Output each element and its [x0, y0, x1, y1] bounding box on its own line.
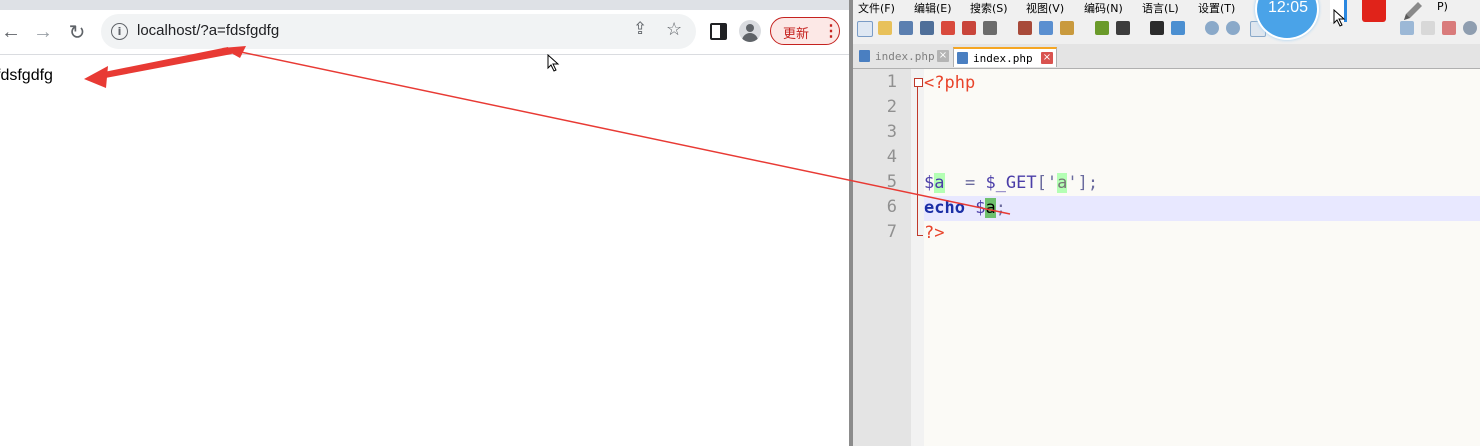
annotation-overlay [84, 46, 1011, 215]
annotation-arrow-line [235, 50, 1011, 215]
annotation-arrowhead [84, 66, 108, 88]
annotation-arrow-line [100, 47, 232, 79]
